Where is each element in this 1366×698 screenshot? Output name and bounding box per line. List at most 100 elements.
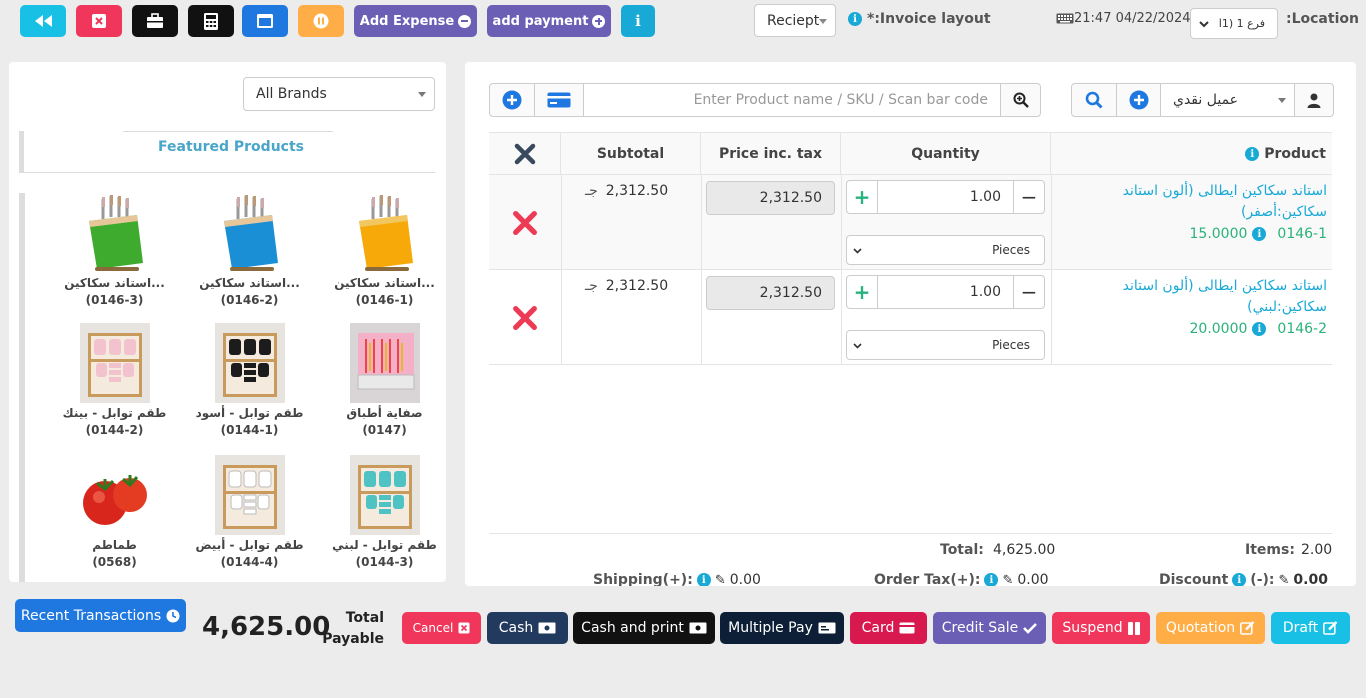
receipt-layout-select[interactable]: Reciept (754, 4, 836, 37)
add-product-button[interactable] (489, 83, 535, 117)
close-square-icon (92, 14, 106, 28)
price-input[interactable]: 2,312.50 (706, 181, 835, 215)
customer-search-button[interactable] (1071, 83, 1117, 117)
money-bill-icon (689, 622, 707, 634)
product-sku: (0144-4) (220, 555, 279, 569)
back-button[interactable] (20, 5, 66, 37)
product-card[interactable]: طماطم (0568) (47, 455, 182, 571)
total-payable-amount: 4,625.00 (202, 612, 331, 642)
quantity-decrease-button[interactable]: − (1013, 275, 1045, 309)
product-image (210, 455, 290, 535)
product-link[interactable]: استاند سكاكين ايطالى (ألون استاند سكاكين… (1065, 276, 1327, 318)
card-button[interactable]: Card (850, 612, 927, 644)
location-select[interactable]: فرع 1 (1ا (1190, 8, 1278, 39)
total-payable-label: Total Payable (322, 608, 384, 650)
featured-products-title: Featured Products (158, 139, 304, 155)
product-name: طقم توابل - أبيض (195, 538, 304, 552)
chevron-down-icon (819, 18, 827, 24)
cash-and-print-button[interactable]: Cash and print (573, 612, 715, 644)
edit-order-tax-icon[interactable]: ✎ (1002, 573, 1013, 587)
product-name: صفاية أطباق (346, 406, 423, 420)
product-image (210, 193, 290, 273)
keyboard-icon (1056, 13, 1074, 24)
draft-label: Draft (1282, 620, 1319, 636)
price-header: Price inc. tax (701, 133, 841, 175)
add-expense-button[interactable]: Add Expense (354, 5, 477, 37)
info-icon: i (1252, 227, 1267, 241)
quantity-input[interactable]: 1.00 (878, 180, 1013, 214)
product-sku: 0146-1 (1277, 226, 1327, 242)
quotation-button[interactable]: Quotation (1156, 612, 1265, 644)
credit-sale-label: Credit Sale (941, 620, 1019, 636)
barcode-button[interactable] (534, 83, 584, 117)
unit-value: Pieces (992, 338, 1030, 352)
discount-label: Discount (1159, 572, 1229, 586)
cash-button[interactable]: Cash (487, 612, 568, 644)
credit-card-icon (547, 92, 571, 108)
total-payable-label-line1: Total (345, 610, 384, 626)
cash-and-print-label: Cash and print (581, 620, 684, 636)
edit-discount-icon[interactable]: ✎ (1279, 573, 1290, 587)
total-payable-label-line2: Payable (322, 631, 384, 647)
subtotal-value: 2,312.50 (605, 183, 669, 199)
product-card[interactable]: طقم توابل - أبيض (0144-4) (182, 455, 317, 571)
recent-transactions-button[interactable]: Recent Transactions (15, 599, 186, 632)
quantity-input[interactable]: 1.00 (878, 275, 1013, 309)
add-customer-button[interactable] (1116, 83, 1161, 117)
chevron-down-icon (418, 92, 426, 97)
stock-value: 15.0000 (1189, 226, 1248, 242)
cancel-button[interactable]: Cancel (402, 612, 481, 644)
shipping-row: Shipping(+): i ✎ 0.00 (593, 572, 761, 586)
calculator-button[interactable] (188, 5, 234, 37)
discount-sign: (-): (1250, 572, 1275, 586)
close-window-button[interactable] (76, 5, 122, 37)
clear-all-column[interactable] (489, 133, 561, 175)
shipping-value: 0.00 (729, 572, 761, 586)
product-sku: (0147) (362, 423, 407, 437)
product-card[interactable]: طقم توابل - لبني (0144-3) (317, 455, 441, 571)
subtotal-value: 2,312.50 (605, 278, 669, 294)
quantity-increase-button[interactable]: + (846, 180, 878, 214)
unit-select[interactable]: Pieces (846, 330, 1045, 360)
product-card[interactable]: طقم توابل - بينك (0144-2) (47, 323, 182, 439)
product-link[interactable]: استاند سكاكين ايطالى (ألون استاند سكاكين… (1065, 181, 1327, 223)
product-suggestion-panel: All Brands Featured Products استاند سكاك… (9, 62, 446, 582)
multiple-pay-button[interactable]: Multiple Pay (720, 612, 844, 644)
customer-select[interactable]: عميل نقدي (1160, 83, 1295, 117)
info-button[interactable]: i (621, 5, 655, 37)
price-input[interactable]: 2,312.50 (706, 276, 835, 310)
quantity-increase-button[interactable]: + (846, 275, 878, 309)
register-details-button[interactable] (132, 5, 178, 37)
unit-select[interactable]: Pieces (846, 235, 1045, 265)
product-card[interactable]: استاند سكاكين... (0146-2) (182, 193, 317, 309)
pause-icon (1127, 621, 1140, 635)
edit-shipping-icon[interactable]: ✎ (715, 573, 726, 587)
quantity-decrease-button[interactable]: − (1013, 180, 1045, 214)
row-col-sep (841, 270, 842, 365)
pause-circle-icon (313, 13, 329, 29)
remove-row-icon[interactable] (511, 304, 539, 332)
product-header: Product (1264, 146, 1326, 162)
datetime-display: 21:47 04/22/2024 (1056, 11, 1191, 26)
order-tax-row: Order Tax(+): i ✎ 0.00 (874, 572, 1049, 586)
search-submit-button[interactable] (1000, 83, 1041, 117)
remove-row-icon[interactable] (511, 209, 539, 237)
card-label: Card (861, 620, 895, 636)
order-tax-value: 0.00 (1017, 572, 1049, 586)
row-col-sep (561, 175, 562, 270)
fullscreen-button[interactable] (242, 5, 288, 37)
product-card[interactable]: طقم توابل - أسود (0144-1) (182, 323, 317, 439)
product-card[interactable]: صفاية أطباق (0147) (317, 323, 441, 439)
product-search-input[interactable]: Enter Product name / SKU / Scan bar code (583, 83, 1001, 117)
suspend-button[interactable]: Suspend (1052, 612, 1150, 644)
info-icon: i (696, 573, 711, 586)
draft-button[interactable]: Draft (1271, 612, 1350, 644)
product-card[interactable]: استاند سكاكين... (0146-3) (47, 193, 182, 309)
brand-select[interactable]: All Brands (243, 77, 435, 111)
credit-sale-button[interactable]: Credit Sale (933, 612, 1046, 644)
add-payment-button[interactable]: add payment (487, 5, 611, 37)
customer-select-value: عميل نقدي (1173, 92, 1239, 108)
money-bill-icon (538, 622, 556, 634)
suspended-sales-button[interactable] (298, 5, 344, 37)
product-card[interactable]: استاند سكاكين... (0146-1) (317, 193, 441, 309)
